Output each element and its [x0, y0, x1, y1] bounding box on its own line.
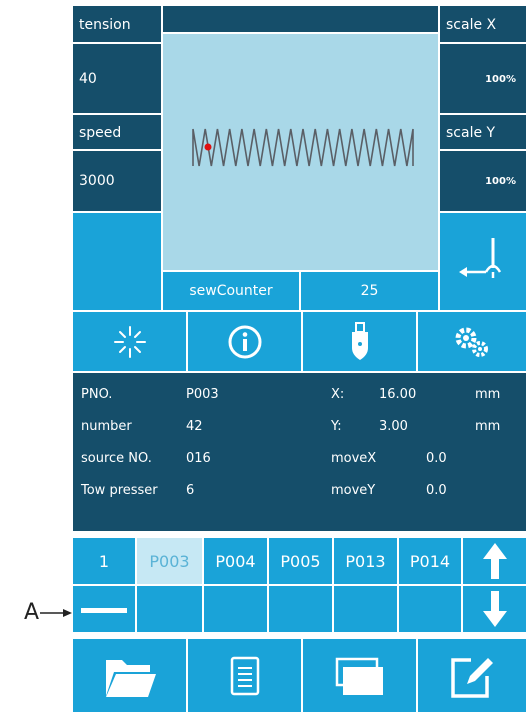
usb-icon [351, 321, 368, 360]
y-label: Y: [331, 419, 342, 434]
pattern-tab-p014[interactable]: P014 [398, 537, 462, 585]
pattern-slot-empty[interactable] [333, 585, 398, 633]
needle-position-dot [204, 143, 212, 151]
minus-icon [81, 608, 127, 613]
settings-button[interactable] [417, 311, 527, 372]
usb-button[interactable] [302, 311, 417, 372]
speed-value: 3000 [79, 173, 115, 189]
pattern-tab-label: P005 [280, 551, 321, 571]
arrow-up-icon [482, 543, 507, 579]
arrow-down-icon [482, 591, 507, 627]
tension-value-field[interactable]: 40 [72, 43, 162, 114]
tow-presser-label: Tow presser [81, 483, 158, 498]
tow-presser-value: 6 [186, 483, 195, 498]
sparkle-button[interactable] [72, 311, 187, 372]
move-y-label: moveY [331, 483, 376, 498]
pattern-slot-empty[interactable] [268, 585, 333, 633]
sew-counter-label-cell: sewCounter [162, 271, 300, 311]
x-value: 16.00 [379, 387, 417, 402]
y-value: 3.00 [379, 419, 408, 434]
source-no-label: source NO. [81, 451, 152, 466]
sew-counter-value-field[interactable]: 25 [300, 271, 439, 311]
edit-icon [451, 657, 493, 698]
source-no-value: 016 [186, 451, 211, 466]
scale-x-value-field[interactable]: 100% [439, 43, 527, 114]
sparkle-icon [113, 325, 146, 358]
pattern-info-panel: PNO. P003 number 42 source NO. 016 Tow p… [72, 372, 527, 532]
info-icon [228, 325, 261, 358]
gears-icon [455, 327, 488, 357]
needle-origin-button[interactable] [439, 212, 527, 311]
preview-header [162, 5, 439, 33]
annotation-arrow-icon [40, 609, 72, 617]
x-label: X: [331, 387, 345, 402]
pattern-tab-p013[interactable]: P013 [333, 537, 398, 585]
x-unit: mm [475, 387, 501, 402]
pattern-tab-label: P013 [345, 551, 386, 571]
copy-button[interactable] [302, 638, 417, 713]
pattern-tab-label: P004 [215, 551, 256, 571]
move-x-value: 0.0 [426, 451, 447, 466]
speed-label-cell: speed [72, 114, 162, 150]
sew-counter-label: sewCounter [189, 283, 273, 299]
sew-counter-value: 25 [360, 283, 379, 299]
move-y-value: 0.0 [426, 483, 447, 498]
pno-label: PNO. [81, 387, 113, 402]
number-label: number [81, 419, 132, 434]
scale-x-label: scale X [446, 17, 497, 33]
scale-y-value-field[interactable]: 100% [439, 150, 527, 212]
pattern-tab-label: P014 [409, 551, 451, 571]
pattern-slot-empty[interactable] [203, 585, 268, 633]
copy-icon [335, 657, 383, 695]
pattern-preview [162, 33, 439, 271]
needle-return-icon [459, 237, 502, 278]
edit-button[interactable] [417, 638, 527, 713]
info-button[interactable] [187, 311, 302, 372]
pattern-tab-p004[interactable]: P004 [203, 537, 268, 585]
speed-value-field[interactable]: 3000 [72, 150, 162, 212]
scale-y-value: 100% [485, 176, 516, 187]
pattern-tab-p005[interactable]: P005 [268, 537, 333, 585]
document-button[interactable] [187, 638, 302, 713]
pno-value: P003 [186, 387, 219, 402]
scale-x-value: 100% [485, 74, 516, 85]
pattern-tab-p003[interactable]: P003 [136, 537, 203, 585]
document-icon [230, 656, 259, 695]
y-unit: mm [475, 419, 501, 434]
minus-button[interactable] [72, 585, 136, 633]
annotation-label: A [24, 600, 40, 625]
speed-label: speed [79, 125, 122, 141]
scroll-up-button[interactable] [462, 537, 527, 585]
blank-left-button[interactable] [72, 212, 162, 311]
open-folder-button[interactable] [72, 638, 187, 713]
page-number: 1 [72, 537, 136, 585]
tension-label: tension [79, 17, 131, 33]
pattern-tab-label: P003 [149, 551, 190, 571]
tension-value: 40 [79, 71, 97, 87]
tension-label-cell: tension [72, 5, 162, 43]
stitch-pattern [192, 128, 414, 167]
scale-y-label-cell: scale Y [439, 114, 527, 150]
pattern-slot-empty[interactable] [398, 585, 462, 633]
pattern-slot-empty[interactable] [136, 585, 203, 633]
folder-icon [105, 659, 156, 697]
number-value: 42 [186, 419, 203, 434]
move-x-label: moveX [331, 451, 377, 466]
scroll-down-button[interactable] [462, 585, 527, 633]
page-number-label: 1 [98, 551, 110, 571]
scale-x-label-cell: scale X [439, 5, 527, 43]
scale-y-label: scale Y [446, 125, 496, 141]
